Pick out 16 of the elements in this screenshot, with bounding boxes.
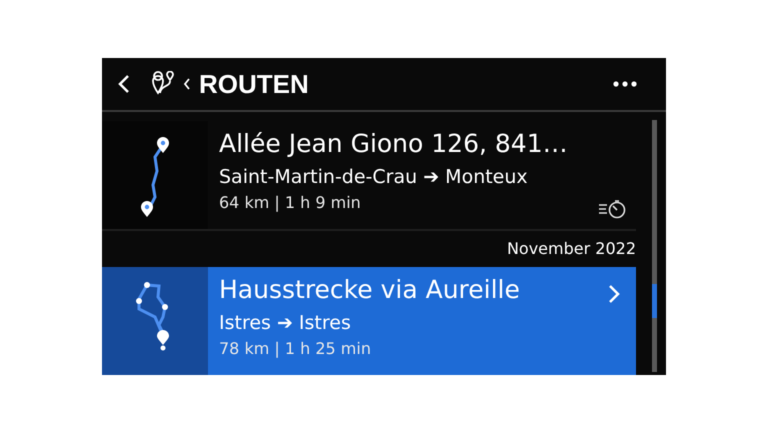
route-pins-icon: [151, 71, 177, 97]
section-date: November 2022: [506, 238, 636, 260]
route-title: Hausstrecke via Aureille: [219, 274, 520, 306]
route-endpoints: Istres ➔ Istres: [219, 311, 351, 336]
route-item[interactable]: Hausstrecke via Aureille Istres ➔ Istres 78 km | 1 h 25 min: [102, 267, 636, 375]
more-icon: [613, 81, 637, 87]
route-stats: 78 km | 1 h 25 min: [219, 338, 371, 360]
route-title: Allée Jean Giono 126, 841…: [219, 128, 568, 160]
scrollbar-thumb[interactable]: [652, 284, 657, 318]
back-icon: [183, 77, 191, 91]
scrollbar[interactable]: [652, 120, 657, 372]
route-endpoints: Saint-Martin-de-Crau ➔ Monteux: [219, 165, 528, 190]
route-stats: 64 km | 1 h 9 min: [219, 192, 361, 214]
chevron-icon: [608, 284, 620, 304]
back-icon: [118, 74, 130, 94]
page-title: ROUTEN: [199, 71, 309, 97]
